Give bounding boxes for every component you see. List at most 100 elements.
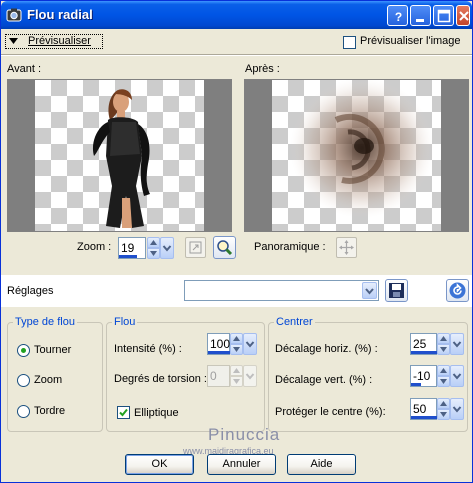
radio-selected-dot bbox=[21, 348, 26, 353]
twist-down-arrow[interactable] bbox=[230, 376, 243, 387]
preview-image-blurred bbox=[290, 80, 434, 218]
caret-up-icon bbox=[150, 240, 157, 245]
caret-up-icon bbox=[440, 368, 447, 373]
separator bbox=[1, 55, 472, 56]
protect-center-down-arrow[interactable] bbox=[437, 409, 450, 420]
presets-label: Réglages bbox=[7, 285, 54, 297]
preview-toggle-label: Prévisualiser bbox=[28, 35, 91, 47]
dialog-window: Flou radial ? Prévisualiser Prévisualise… bbox=[0, 0, 473, 483]
minimize-icon bbox=[416, 19, 424, 22]
save-preset-icon bbox=[389, 283, 404, 298]
help-icon: ? bbox=[395, 10, 402, 24]
radio-zoom[interactable] bbox=[17, 374, 30, 387]
center-title: Centrer bbox=[274, 316, 315, 328]
twist-stepper[interactable] bbox=[230, 365, 243, 387]
help-button[interactable]: ? bbox=[387, 5, 408, 26]
zoom-dropdown[interactable] bbox=[160, 237, 174, 259]
protect-center-level-bar bbox=[411, 416, 437, 419]
twist-spinner[interactable]: 0 bbox=[207, 365, 257, 387]
twist-up-arrow[interactable] bbox=[230, 365, 243, 376]
radio-tourner-label: Tourner bbox=[34, 344, 72, 356]
zoom-to-fit-button[interactable] bbox=[185, 237, 206, 258]
after-preview[interactable] bbox=[244, 79, 469, 232]
svg-text:?: ? bbox=[395, 10, 402, 24]
zoom-magnifier-button[interactable] bbox=[213, 236, 236, 259]
twist-dropdown[interactable] bbox=[243, 365, 257, 387]
minimize-button[interactable] bbox=[410, 5, 431, 26]
window-title: Flou radial bbox=[27, 7, 93, 22]
radio-tourner[interactable] bbox=[17, 344, 30, 357]
h-offset-dropdown[interactable] bbox=[450, 333, 464, 355]
elliptic-label: Elliptique bbox=[134, 407, 179, 419]
before-label: Avant : bbox=[7, 63, 42, 75]
intensity-spinner[interactable]: 100 bbox=[207, 333, 257, 355]
blur-title: Flou bbox=[112, 316, 138, 328]
twist-label: Degrés de torsion : bbox=[114, 373, 207, 385]
zoom-spinner[interactable]: 19 bbox=[118, 237, 174, 259]
before-preview[interactable] bbox=[7, 79, 232, 232]
protect-center-up-arrow[interactable] bbox=[437, 398, 450, 409]
v-offset-spinner[interactable]: -10 bbox=[410, 365, 464, 387]
zoom-level-bar bbox=[119, 255, 137, 258]
preview-on-image-checkbox[interactable] bbox=[343, 36, 356, 49]
protect-center-spinner[interactable]: 50 bbox=[410, 398, 464, 420]
chevron-down-icon bbox=[452, 373, 462, 380]
elliptic-checkbox[interactable] bbox=[117, 406, 130, 419]
v-offset-down-arrow[interactable] bbox=[437, 376, 450, 387]
protect-center-label: Protéger le centre (%): bbox=[275, 406, 386, 418]
caret-down-icon bbox=[233, 347, 240, 352]
presets-dropdown-arrow[interactable] bbox=[362, 282, 377, 299]
title-bar[interactable]: Flou radial ? bbox=[1, 1, 472, 29]
protect-center-dropdown[interactable] bbox=[450, 398, 464, 420]
radio-tordre-label: Tordre bbox=[34, 405, 66, 417]
radio-tordre[interactable] bbox=[17, 405, 30, 418]
reset-button[interactable] bbox=[446, 279, 469, 302]
h-offset-up-arrow[interactable] bbox=[437, 333, 450, 344]
v-offset-label: Décalage vert. (%) : bbox=[275, 374, 373, 386]
preview-image-woman bbox=[92, 89, 150, 228]
app-icon bbox=[6, 8, 22, 22]
h-offset-spinner[interactable]: 25 bbox=[410, 333, 464, 355]
protect-center-stepper[interactable] bbox=[437, 398, 450, 420]
blur-type-title: Type de flou bbox=[13, 316, 77, 328]
help-dialog-button[interactable]: Aide bbox=[287, 454, 356, 475]
preview-toggle[interactable]: Prévisualiser bbox=[5, 34, 103, 49]
pan-button[interactable] bbox=[336, 237, 357, 258]
h-offset-stepper[interactable] bbox=[437, 333, 450, 355]
zoom-down-arrow[interactable] bbox=[147, 248, 160, 259]
chevron-down-icon bbox=[245, 341, 255, 348]
close-button[interactable] bbox=[456, 5, 470, 26]
v-offset-dropdown[interactable] bbox=[450, 365, 464, 387]
intensity-up-arrow[interactable] bbox=[230, 333, 243, 344]
intensity-level-bar bbox=[208, 351, 230, 354]
intensity-stepper[interactable] bbox=[230, 333, 243, 355]
checkmark-icon bbox=[119, 408, 128, 417]
radio-zoom-label: Zoom bbox=[34, 374, 63, 386]
intensity-label: Intensité (%) : bbox=[114, 343, 182, 355]
caret-down-icon bbox=[440, 379, 447, 384]
ok-button[interactable]: OK bbox=[125, 454, 194, 475]
presets-bar: Réglages bbox=[1, 275, 472, 307]
maximize-button[interactable] bbox=[433, 5, 454, 26]
close-icon bbox=[459, 11, 469, 21]
caret-down-icon bbox=[233, 379, 240, 384]
caret-up-icon bbox=[233, 368, 240, 373]
twist-input[interactable]: 0 bbox=[207, 365, 230, 387]
zoom-stepper[interactable] bbox=[147, 237, 160, 259]
caret-down-icon bbox=[440, 412, 447, 417]
zoom-up-arrow[interactable] bbox=[147, 237, 160, 248]
h-offset-down-arrow[interactable] bbox=[437, 344, 450, 355]
chevron-down-icon bbox=[452, 341, 462, 348]
v-offset-stepper[interactable] bbox=[437, 365, 450, 387]
presets-select[interactable] bbox=[184, 280, 379, 301]
after-label: Après : bbox=[245, 63, 280, 75]
preview-on-image-label: Prévisualiser l'image bbox=[360, 35, 461, 47]
cancel-button[interactable]: Annuler bbox=[207, 454, 276, 475]
save-preset-button[interactable] bbox=[385, 279, 408, 302]
zoom-magnifier-icon bbox=[217, 240, 233, 256]
intensity-dropdown[interactable] bbox=[243, 333, 257, 355]
zoom-label: Zoom : bbox=[77, 241, 112, 253]
v-offset-up-arrow[interactable] bbox=[437, 365, 450, 376]
intensity-down-arrow[interactable] bbox=[230, 344, 243, 355]
caret-up-icon bbox=[440, 336, 447, 341]
